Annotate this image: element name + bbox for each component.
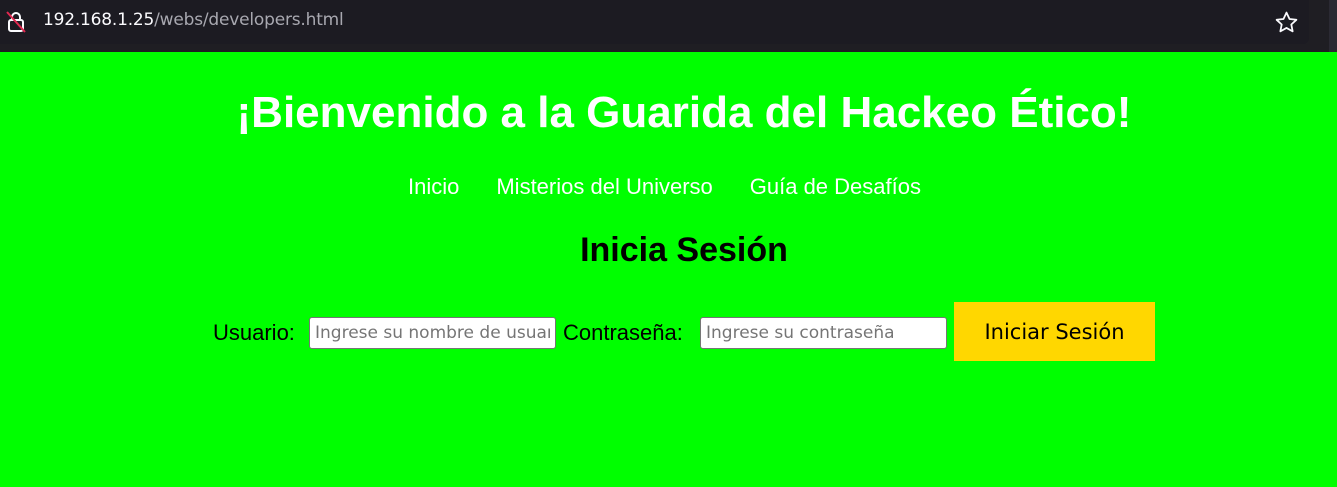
lock-slash-icon[interactable] xyxy=(6,11,26,33)
password-label: Contraseña: xyxy=(563,320,683,345)
login-button[interactable]: Iniciar Sesión xyxy=(954,302,1155,361)
login-heading: Inicia Sesión xyxy=(580,231,788,269)
url-host: 192.168.1.25 xyxy=(43,10,155,30)
username-input[interactable] xyxy=(309,317,556,349)
nav-link-guia[interactable]: Guía de Desafíos xyxy=(750,174,921,200)
star-icon[interactable] xyxy=(1274,10,1299,35)
nav-link-misterios[interactable]: Misterios del Universo xyxy=(496,174,712,200)
page-body: ¡Bienvenido a la Guarida del Hackeo Étic… xyxy=(0,52,1337,487)
username-label: Usuario: xyxy=(213,320,295,345)
url-path: /webs/developers.html xyxy=(154,10,344,30)
main-nav: Inicio Misterios del Universo Guía de De… xyxy=(408,174,921,200)
page-title: ¡Bienvenido a la Guarida del Hackeo Étic… xyxy=(236,88,1132,137)
browser-toolbar: 192.168.1.25/webs/developers.html xyxy=(0,0,1337,52)
address-bar[interactable]: 192.168.1.25/webs/developers.html xyxy=(0,0,1309,44)
password-input[interactable] xyxy=(700,317,947,349)
url-text[interactable]: 192.168.1.25/webs/developers.html xyxy=(43,10,344,30)
window-edge xyxy=(1329,0,1337,52)
nav-link-inicio[interactable]: Inicio xyxy=(408,174,459,200)
